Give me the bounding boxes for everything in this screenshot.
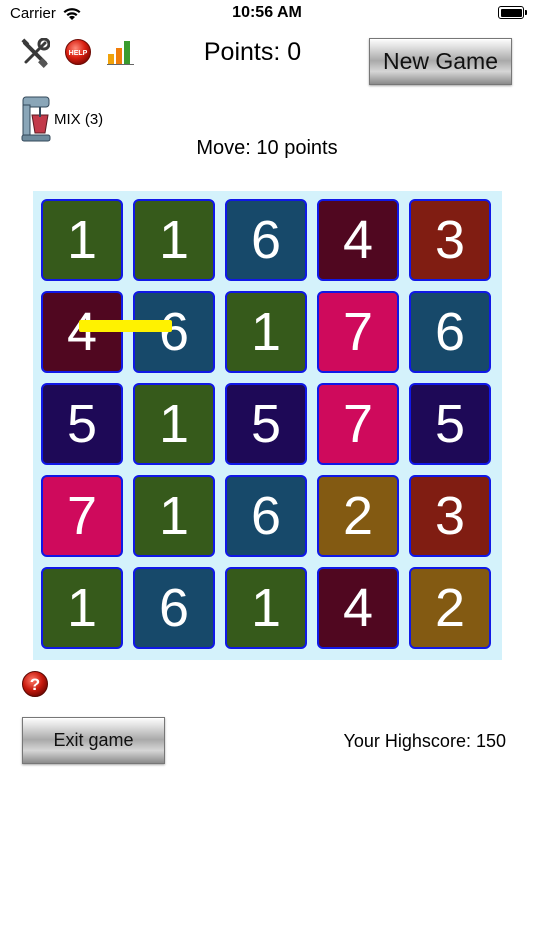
new-game-button[interactable]: New Game <box>369 38 512 85</box>
tile-r4-c4[interactable]: 2 <box>317 475 399 557</box>
tile-r3-c2[interactable]: 1 <box>133 383 215 465</box>
tools-icon[interactable] <box>20 38 50 68</box>
tile-r1-c5[interactable]: 3 <box>409 199 491 281</box>
tile-r1-c3[interactable]: 6 <box>225 199 307 281</box>
tile-r1-c2[interactable]: 1 <box>133 199 215 281</box>
question-mark-icon[interactable]: ? <box>21 670 49 698</box>
tile-r5-c4[interactable]: 4 <box>317 567 399 649</box>
tile-r4-c2[interactable]: 1 <box>133 475 215 557</box>
highscore-display: Your Highscore: 150 <box>343 731 506 751</box>
svg-text:?: ? <box>30 675 40 694</box>
status-bar: Carrier 10:56 AM <box>0 0 534 28</box>
game-board: 1164346176515757162316142 <box>33 191 502 660</box>
tile-r3-c3[interactable]: 5 <box>225 383 307 465</box>
bar-chart-icon[interactable] <box>106 38 136 66</box>
tile-r4-c3[interactable]: 6 <box>225 475 307 557</box>
help-button-icon[interactable]: HELP <box>64 38 92 66</box>
tile-r2-c4[interactable]: 7 <box>317 291 399 373</box>
mix-label[interactable]: MIX (3) <box>54 111 103 128</box>
tile-r2-c2[interactable]: 6 <box>133 291 215 373</box>
tile-r4-c5[interactable]: 3 <box>409 475 491 557</box>
tile-r5-c3[interactable]: 1 <box>225 567 307 649</box>
tile-r2-c5[interactable]: 6 <box>409 291 491 373</box>
tile-r5-c1[interactable]: 1 <box>41 567 123 649</box>
tile-r5-c5[interactable]: 2 <box>409 567 491 649</box>
battery-icon <box>498 6 527 19</box>
tile-r3-c1[interactable]: 5 <box>41 383 123 465</box>
tile-r1-c1[interactable]: 1 <box>41 199 123 281</box>
points-display: Points: 0 <box>203 38 302 66</box>
status-time: 10:56 AM <box>232 4 302 21</box>
help-icon-text: HELP <box>69 50 88 57</box>
move-value-label: Move: 10 points <box>196 137 338 159</box>
tile-r1-c4[interactable]: 4 <box>317 199 399 281</box>
tile-r4-c1[interactable]: 7 <box>41 475 123 557</box>
exit-game-button[interactable]: Exit game <box>22 717 165 764</box>
tile-r3-c4[interactable]: 7 <box>317 383 399 465</box>
tile-r2-c1[interactable]: 4 <box>41 291 123 373</box>
mixer-icon[interactable] <box>20 95 52 143</box>
tile-r5-c2[interactable]: 6 <box>133 567 215 649</box>
tile-r2-c3[interactable]: 1 <box>225 291 307 373</box>
tile-r3-c5[interactable]: 5 <box>409 383 491 465</box>
